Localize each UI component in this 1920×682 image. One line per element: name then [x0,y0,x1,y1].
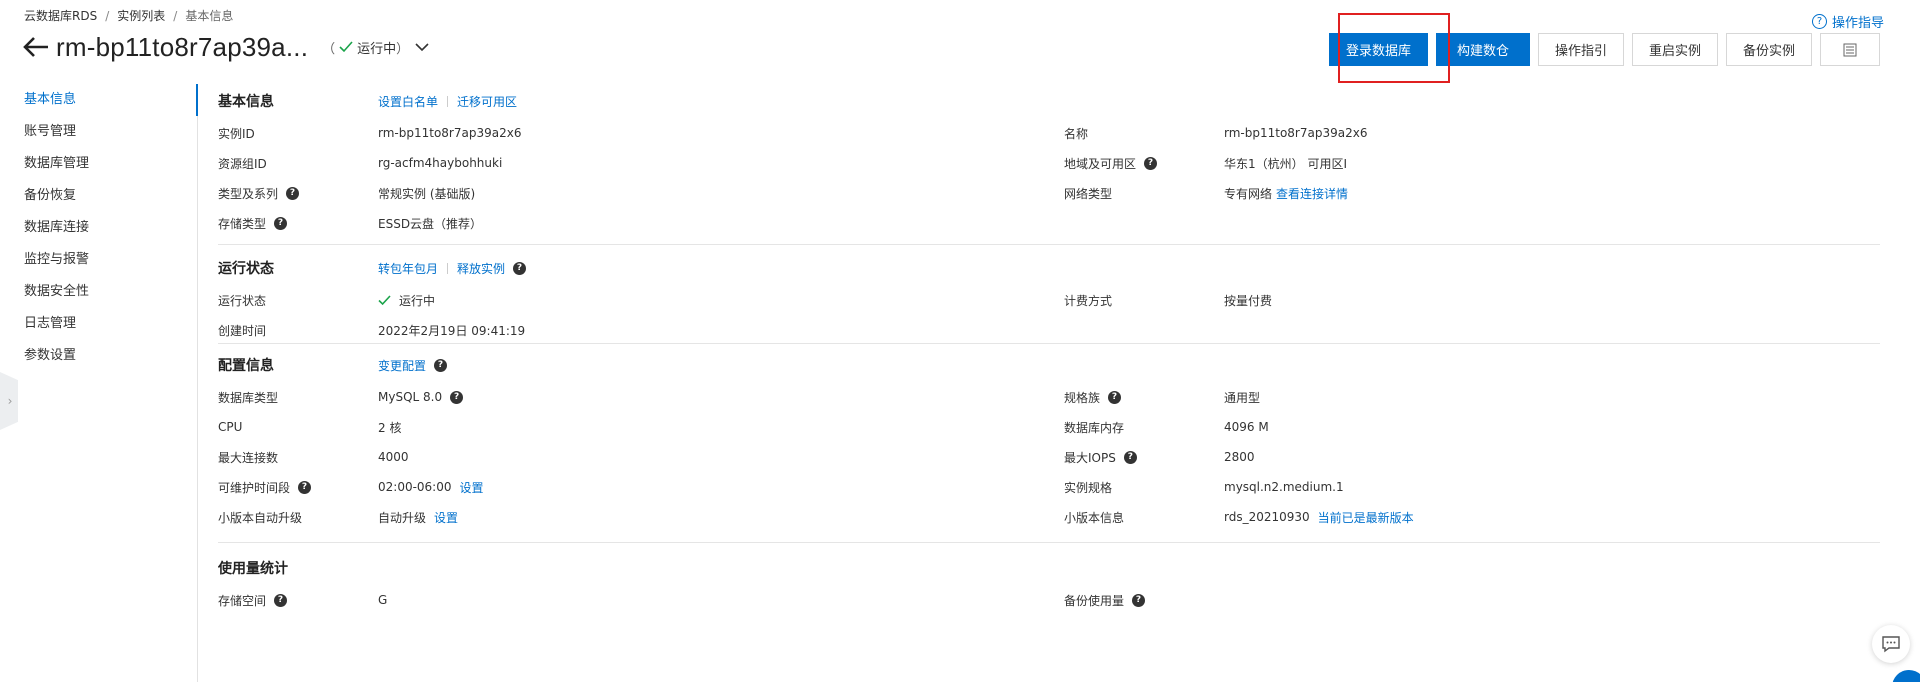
more-menu-button[interactable] [1820,33,1880,66]
view-connection-details-link[interactable]: 查看连接详情 [1276,185,1348,202]
info-row: 资源组ID rg-acfm4haybohhuki 地域及可用区? 华东1（杭州）… [218,156,1347,171]
maintenance-window-setting-link[interactable]: 设置 [460,479,484,496]
sidebar-collapse-handle[interactable]: › [0,372,18,430]
info-row: 类型及系列? 常规实例 (基础版) 网络类型 专有网络 查看连接详情 [218,185,1349,202]
breadcrumb-separator: / [105,8,110,23]
login-database-button[interactable]: 登录数据库 [1328,33,1428,66]
section-title: 基本信息 [218,94,274,110]
build-warehouse-button[interactable]: 构建数仓 [1435,33,1530,66]
check-icon [339,41,353,53]
info-row: 数据库类型 MySQL 8.0? 规格族? 通用型 [218,390,1261,405]
section-basic-info: 基本信息 设置白名单 迁移可用区 实例ID rm-bp11to8r7ap39a2… [218,84,1880,260]
latest-version-link[interactable]: 当前已是最新版本 [1318,509,1414,526]
section-header: 配置信息 变更配置 ? [218,348,1880,382]
section-usage: 使用量统计 存储空间? G 备份使用量? [218,543,1880,615]
info-row: 最大连接数 4000 最大IOPS? 2800 [218,450,1255,465]
chat-icon [1882,636,1900,653]
toolbar: 登录数据库 构建数仓 操作指引 重启实例 备份实例 [1328,33,1880,66]
info-row: 存储空间? G 备份使用量? [218,585,1880,615]
section-config: 配置信息 变更配置 ? 数据库类型 MySQL 8.0? 规格族? 通用型 CP… [218,344,1880,554]
info-row: 实例ID rm-bp11to8r7ap39a2x6 名称 rm-bp11to8r… [218,126,1368,141]
info-row: 运行状态 运行中 计费方式 按量付费 [218,293,1273,308]
section-title: 使用量统计 [218,561,288,577]
help-icon[interactable]: ? [274,216,288,230]
breadcrumb-separator: / [173,8,178,23]
help-icon[interactable]: ? [1132,593,1146,607]
chevron-down-icon[interactable] [415,42,429,52]
info-row: 可维护时间段? 02:00-06:00 设置 实例规格 mysql.n2.medi… [218,479,1344,496]
chat-support-button[interactable] [1872,625,1910,663]
sidebar-item-logs[interactable]: 日志管理 [0,308,197,340]
sidebar-item-accounts[interactable]: 账号管理 [0,116,197,148]
change-config-link[interactable]: 变更配置 [378,357,426,374]
page-title: rm-bp11to8r7ap39a... [56,31,309,62]
help-icon[interactable]: ? [450,390,464,404]
breadcrumb: 云数据库RDS / 实例列表 / 基本信息 [24,7,233,24]
help-icon[interactable]: ? [286,186,300,200]
help-icon[interactable]: ? [1144,156,1158,170]
section-header: 使用量统计 [218,551,1880,585]
sidebar-item-parameters[interactable]: 参数设置 [0,340,197,372]
help-icon[interactable]: ? [274,593,288,607]
main-content: 基本信息 设置白名单 迁移可用区 实例ID rm-bp11to8r7ap39a2… [218,84,1880,615]
help-icon[interactable]: ? [298,480,312,494]
instance-status-text: 运行中 [357,41,397,57]
sidebar-item-basic-info[interactable]: 基本信息 [0,84,198,116]
set-whitelist-link[interactable]: 设置白名单 [378,93,438,110]
help-icon[interactable]: ? [1123,450,1137,464]
assistant-fab-button[interactable] [1892,670,1920,682]
breadcrumb-instance-list[interactable]: 实例列表 [117,7,165,24]
instance-status: （ 运行中 ） [322,38,409,57]
release-instance-link[interactable]: 释放实例 [457,260,505,277]
auto-upgrade-setting-link[interactable]: 设置 [434,509,458,526]
help-icon[interactable]: ? [513,261,527,275]
operation-guide-link[interactable]: ? 操作指导 [1811,12,1884,31]
question-icon: ? [1811,14,1827,29]
restart-instance-button[interactable]: 重启实例 [1631,33,1718,66]
chevron-right-icon: › [7,394,13,408]
section-title: 配置信息 [218,358,274,374]
sidebar-item-monitoring[interactable]: 监控与报警 [0,244,197,276]
operation-guide-button[interactable]: 操作指引 [1537,33,1624,66]
breadcrumb-basic-info: 基本信息 [185,9,234,23]
sidebar-item-connection[interactable]: 数据库连接 [0,212,197,244]
info-row: 小版本自动升级 自动升级 设置 小版本信息 rds_20210930 当前已是最新版… [218,509,1414,526]
section-header: 基本信息 设置白名单 迁移可用区 [218,84,1880,118]
sidebar-item-security[interactable]: 数据安全性 [0,276,197,308]
check-icon [378,294,391,305]
sidebar-item-databases[interactable]: 数据库管理 [0,148,197,180]
info-row: 存储类型? ESSD云盘（推荐） [218,216,483,231]
section-title: 运行状态 [218,261,274,277]
back-arrow-icon[interactable] [22,35,50,59]
migrate-zone-link[interactable]: 迁移可用区 [457,93,517,110]
sidebar-item-backup[interactable]: 备份恢复 [0,180,197,212]
info-row: 创建时间 2022年2月19日 09:41:19 [218,323,526,338]
section-header: 运行状态 转包年包月 释放实例 ? [218,251,1880,285]
sidebar: 基本信息 账号管理 数据库管理 备份恢复 数据库连接 监控与报警 数据安全性 日… [0,84,198,682]
convert-subscription-link[interactable]: 转包年包月 [378,260,438,277]
breadcrumb-rds[interactable]: 云数据库RDS [24,7,97,24]
list-icon [1843,43,1857,56]
backup-instance-button[interactable]: 备份实例 [1725,33,1812,66]
info-row: CPU 2 核 数据库内存 4096 M [218,420,1269,435]
help-icon[interactable]: ? [1108,390,1122,404]
title-row: rm-bp11to8r7ap39a... （ 运行中 ） [22,30,429,64]
help-icon[interactable]: ? [434,358,448,372]
